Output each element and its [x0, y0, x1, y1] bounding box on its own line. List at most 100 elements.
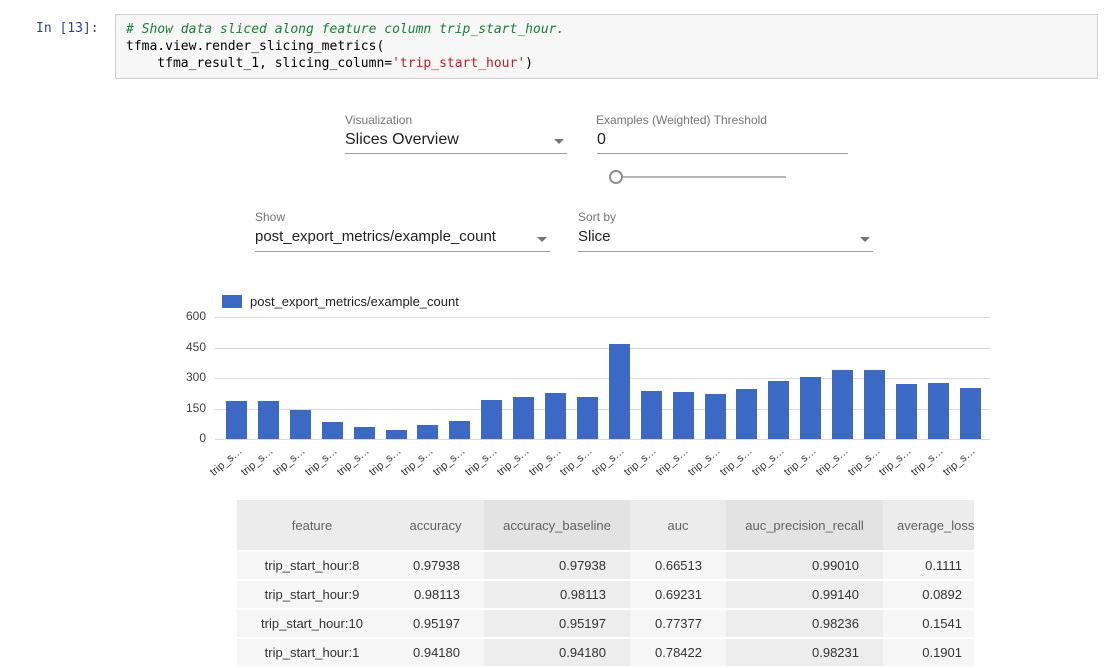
input-prompt: In [13]:	[36, 21, 99, 36]
bar[interactable]	[768, 381, 789, 439]
bar[interactable]	[226, 401, 247, 439]
table-body: trip_start_hour:80.979380.979380.665130.…	[237, 552, 974, 666]
table-cell: 0.0892	[883, 581, 974, 608]
bar[interactable]	[960, 388, 981, 439]
table-row: trip_start_hour:90.981130.981130.692310.…	[237, 581, 974, 608]
chevron-down-icon	[537, 237, 547, 242]
table-cell: 0.97938	[387, 552, 484, 579]
table-cell: 0.99140	[726, 581, 883, 608]
legend-swatch	[222, 295, 242, 308]
chevron-down-icon	[860, 237, 870, 242]
table-cell: 0.99010	[726, 552, 883, 579]
bar-chart-plot	[215, 317, 990, 439]
visualization-label: Visualization	[345, 113, 412, 127]
sort-select-value: Slice	[578, 228, 611, 245]
bar[interactable]	[417, 425, 438, 439]
table-header-cell[interactable]: feature	[237, 500, 387, 550]
bar[interactable]	[481, 400, 502, 439]
x-axis: trip_s…trip_s…trip_s…trip_s…trip_s…trip_…	[215, 443, 990, 481]
bar[interactable]	[609, 344, 630, 439]
visualization-select-value: Slices Overview	[345, 131, 459, 149]
code-text: )	[525, 56, 533, 71]
gridline	[215, 439, 990, 440]
show-label: Show	[255, 210, 285, 224]
bar[interactable]	[258, 401, 279, 439]
threshold-input-value: 0	[597, 131, 606, 149]
table-cell: 0.78422	[630, 639, 726, 666]
bar[interactable]	[928, 383, 949, 439]
threshold-label: Examples (Weighted) Threshold	[596, 113, 767, 127]
table-cell: 0.98231	[726, 639, 883, 666]
metric-select[interactable]: post_export_metrics/example_count	[255, 226, 550, 252]
table-cell: 0.1901	[883, 639, 974, 666]
table-cell: 0.94180	[484, 639, 630, 666]
bar[interactable]	[673, 392, 694, 439]
slider-handle[interactable]	[609, 170, 623, 184]
code-comment: # Show data sliced along feature column …	[126, 21, 1087, 38]
threshold-slider[interactable]	[609, 170, 789, 184]
legend-label: post_export_metrics/example_count	[250, 294, 459, 309]
chevron-down-icon	[554, 139, 564, 144]
table-header-cell[interactable]: accuracy_baseline	[484, 500, 630, 550]
table-cell: 0.69231	[630, 581, 726, 608]
table-cell: 0.98113	[484, 581, 630, 608]
table-cell: trip_start_hour:1	[237, 639, 387, 666]
table-cell: 0.94180	[387, 639, 484, 666]
table-header-row: featureaccuracyaccuracy_baselineaucauc_p…	[237, 500, 974, 550]
bar[interactable]	[545, 393, 566, 439]
table-cell: trip_start_hour:10	[237, 610, 387, 637]
table-header-cell[interactable]: auc	[630, 500, 726, 550]
table-header-cell[interactable]: accuracy	[387, 500, 484, 550]
bar[interactable]	[322, 422, 343, 439]
bar[interactable]	[832, 370, 853, 439]
y-axis: 0150300450600	[180, 317, 206, 447]
table-cell: 0.1541	[883, 610, 974, 637]
table-cell: 0.77377	[630, 610, 726, 637]
bar[interactable]	[736, 389, 757, 439]
visualization-select[interactable]: Slices Overview	[345, 129, 567, 154]
table-row: trip_start_hour:100.951970.951970.773770…	[237, 610, 974, 637]
y-axis-tick: 600	[180, 309, 206, 323]
bar[interactable]	[354, 427, 375, 439]
bar[interactable]	[641, 391, 662, 439]
y-axis-tick: 300	[180, 370, 206, 384]
bar[interactable]	[577, 397, 598, 439]
table-header-cell[interactable]: auc_precision_recall	[726, 500, 883, 550]
bar[interactable]	[386, 430, 407, 439]
y-axis-tick: 450	[180, 340, 206, 354]
metric-select-value: post_export_metrics/example_count	[255, 228, 496, 245]
metrics-table: featureaccuracyaccuracy_baselineaucauc_p…	[237, 500, 974, 666]
table-row: trip_start_hour:80.979380.979380.665130.…	[237, 552, 974, 579]
sort-by-label: Sort by	[578, 210, 616, 224]
table-row: trip_start_hour:10.941800.941800.784220.…	[237, 639, 974, 666]
table-cell: 0.1111	[883, 552, 974, 579]
code-cell[interactable]: # Show data sliced along feature column …	[115, 14, 1098, 79]
bar[interactable]	[800, 377, 821, 439]
string-literal: 'trip_start_hour'	[392, 56, 525, 71]
bar[interactable]	[896, 384, 917, 439]
table-cell: 0.97938	[484, 552, 630, 579]
bar[interactable]	[290, 410, 311, 439]
notebook-page: In [13]: # Show data sliced along featur…	[0, 0, 1111, 668]
slider-track[interactable]	[616, 176, 786, 178]
table-cell: trip_start_hour:8	[237, 552, 387, 579]
table-cell: 0.95197	[484, 610, 630, 637]
table-cell: 0.95197	[387, 610, 484, 637]
sort-select[interactable]: Slice	[578, 226, 873, 252]
bar[interactable]	[513, 397, 534, 439]
table-cell: 0.98236	[726, 610, 883, 637]
gridline	[215, 317, 990, 318]
bar[interactable]	[449, 421, 470, 439]
bar[interactable]	[864, 370, 885, 439]
table-cell: trip_start_hour:9	[237, 581, 387, 608]
gridline	[215, 348, 990, 349]
bar[interactable]	[705, 394, 726, 439]
table-cell: 0.98113	[387, 581, 484, 608]
table-cell: 0.66513	[630, 552, 726, 579]
threshold-input[interactable]: 0	[597, 129, 848, 154]
y-axis-tick: 150	[180, 401, 206, 415]
code-line: tfma_result_1, slicing_column='trip_star…	[126, 55, 1087, 72]
bar-chart: post_export_metrics/example_count 015030…	[180, 288, 1010, 483]
code-line: tfma.view.render_slicing_metrics(	[126, 38, 1087, 55]
table-header-cell[interactable]: average_loss	[883, 500, 974, 550]
